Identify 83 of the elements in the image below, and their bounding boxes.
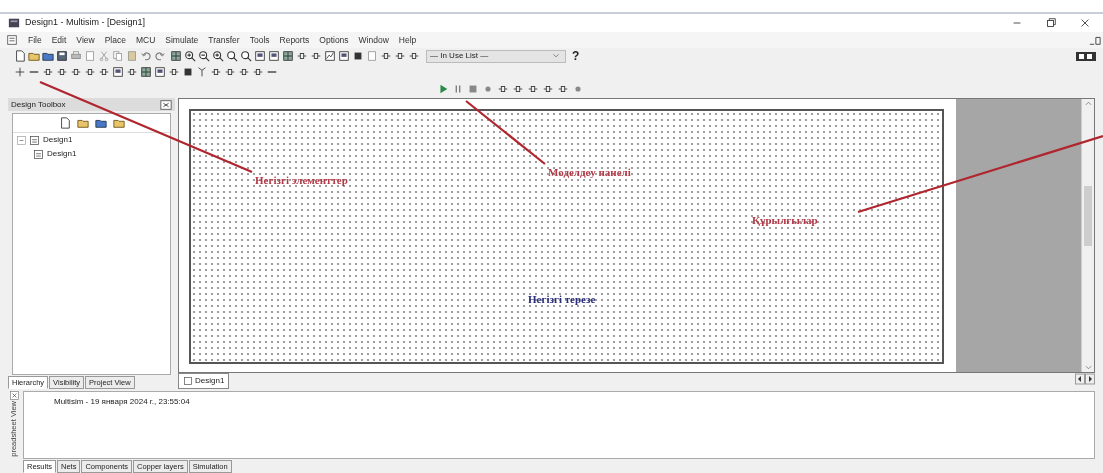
component-icon[interactable] <box>84 66 96 78</box>
grid-icon[interactable] <box>282 50 294 62</box>
panel-icon[interactable] <box>154 66 166 78</box>
window-controls-icon[interactable] <box>1089 34 1101 46</box>
schematic-icon <box>183 376 193 386</box>
folder-icon[interactable] <box>42 50 54 62</box>
component-icon[interactable] <box>168 66 180 78</box>
zoom-in-icon[interactable] <box>184 50 196 62</box>
schematic-icon <box>29 134 40 146</box>
menu-item[interactable]: View <box>76 33 95 47</box>
component-icon[interactable] <box>408 50 420 62</box>
schematic-icon <box>33 148 44 160</box>
component-icon[interactable] <box>238 66 250 78</box>
menu-item[interactable]: Edit <box>51 33 67 47</box>
component-icon[interactable] <box>98 66 110 78</box>
app-icon <box>8 17 20 29</box>
menu-item[interactable]: Transfer <box>208 33 240 47</box>
component-icon[interactable] <box>42 66 54 78</box>
annotation-label: Негізгі элементтер <box>255 173 348 188</box>
vertical-scrollbar[interactable] <box>1081 99 1094 372</box>
annotation-label: Құрылғылар <box>752 213 818 228</box>
menu-item[interactable]: Place <box>104 33 126 47</box>
schematic-canvas[interactable] <box>189 109 944 364</box>
tree-item[interactable]: Design1 <box>47 148 77 160</box>
component-icon[interactable] <box>394 50 406 62</box>
panel-icon[interactable] <box>254 50 266 62</box>
panel-title: Design Toolbox <box>11 98 66 111</box>
panel-icon[interactable] <box>112 66 124 78</box>
restore-icon[interactable] <box>1045 17 1057 29</box>
component-icon[interactable] <box>252 66 264 78</box>
clipboard-icon[interactable] <box>126 50 138 62</box>
panel-icon[interactable] <box>338 50 350 62</box>
close-icon[interactable] <box>1079 17 1091 29</box>
scrollbar-thumb[interactable] <box>1084 185 1092 246</box>
grid-icon[interactable] <box>170 50 182 62</box>
collapse-icon[interactable] <box>17 135 26 145</box>
component-icon[interactable] <box>380 50 392 62</box>
in-use-list-dropdown[interactable]: — In Use List — <box>426 49 566 63</box>
help-button[interactable]: ? <box>572 50 580 62</box>
component-icon[interactable] <box>310 50 322 62</box>
cross-icon[interactable] <box>14 66 26 78</box>
annotation-label: Моделдеу панелі <box>548 165 631 180</box>
annotation-label: Негізгі терезе <box>528 292 596 307</box>
chart-icon[interactable] <box>324 50 336 62</box>
document-tab[interactable]: Design1 <box>178 373 230 389</box>
zoom-in-icon[interactable] <box>212 50 224 62</box>
open-folder-icon[interactable] <box>112 117 125 129</box>
component-icon[interactable] <box>56 66 68 78</box>
menu-item[interactable]: Window <box>358 33 389 47</box>
close-icon[interactable] <box>9 391 19 400</box>
window-title: Design1 - Multisim - [Design1] <box>25 16 146 30</box>
chip-icon[interactable] <box>352 50 364 62</box>
component-icon[interactable] <box>210 66 222 78</box>
menu-item[interactable]: Options <box>319 33 349 47</box>
menu-item[interactable]: Reports <box>279 33 310 47</box>
new-file-icon[interactable] <box>14 50 26 62</box>
tree-item[interactable]: Design1 <box>43 134 73 146</box>
component-icon[interactable] <box>224 66 236 78</box>
save-icon[interactable] <box>56 50 68 62</box>
open-folder-icon[interactable] <box>28 50 40 62</box>
menu-item[interactable]: Tools <box>249 33 270 47</box>
undo-icon[interactable] <box>140 50 152 62</box>
log-message: Multisim - 19 января 2024 г., 23:55:04 <box>54 397 190 406</box>
document-icon[interactable] <box>6 34 18 46</box>
menu-item[interactable]: MCU <box>135 33 156 47</box>
new-file-icon[interactable] <box>58 117 71 129</box>
menu-item[interactable]: Help <box>398 33 417 47</box>
close-icon[interactable] <box>160 98 172 111</box>
component-icon[interactable] <box>126 66 138 78</box>
component-icon[interactable] <box>70 66 82 78</box>
magnifier-icon[interactable] <box>226 50 238 62</box>
menu-item[interactable]: File <box>28 33 42 47</box>
chip-icon[interactable] <box>182 66 194 78</box>
grid-icon[interactable] <box>140 66 152 78</box>
redo-icon[interactable] <box>154 50 166 62</box>
component-icon[interactable] <box>296 50 308 62</box>
menu-item[interactable]: Simulate <box>165 33 199 47</box>
zoom-out-icon[interactable] <box>198 50 210 62</box>
open-folder-icon[interactable] <box>76 117 89 129</box>
panel-icon[interactable] <box>268 50 280 62</box>
folder-icon[interactable] <box>94 117 107 129</box>
magnifier-icon[interactable] <box>240 50 252 62</box>
play-icon[interactable] <box>437 82 449 95</box>
